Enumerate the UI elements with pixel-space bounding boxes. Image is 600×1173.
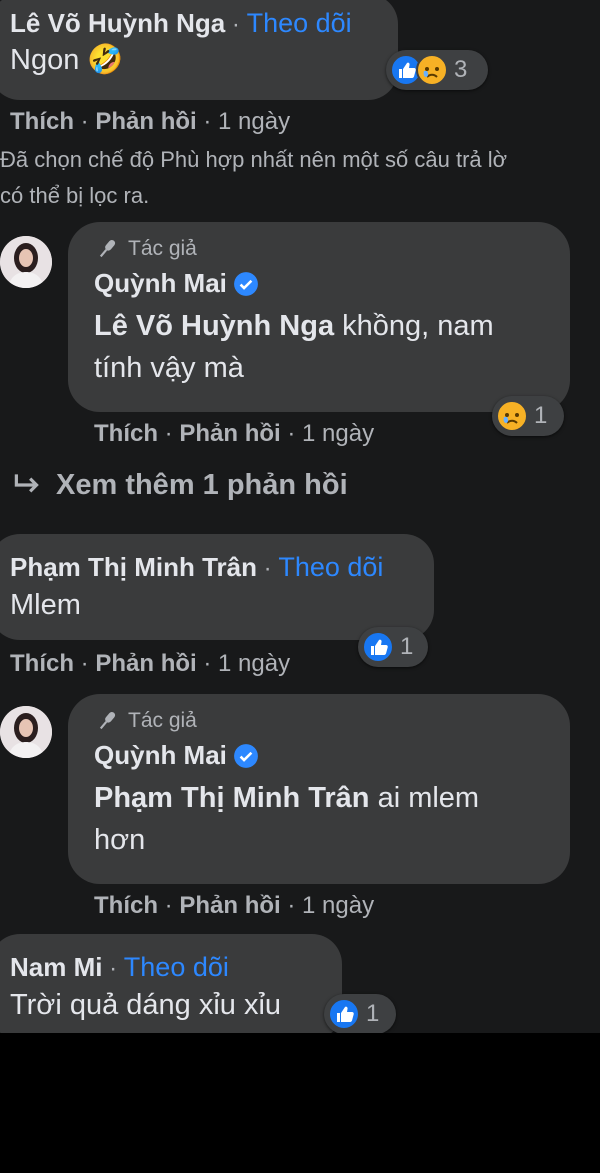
reply-actions: Thích · Phản hồi · 1 ngày — [94, 420, 375, 447]
reply-action[interactable]: Phản hồi — [179, 892, 280, 919]
reaction-summary[interactable]: 1 — [324, 994, 396, 1033]
avatar[interactable] — [0, 236, 52, 288]
comment-actions: Thích · Phản hồi · 1 ngày — [10, 108, 291, 135]
reaction-count: 1 — [534, 402, 548, 429]
follow-link[interactable]: Theo dõi — [247, 8, 352, 39]
comment-bubble: Phạm Thị Minh Trân · Theo dõi Mlem — [0, 534, 434, 640]
reply-text: Phạm Thị Minh Trân ai mlem hơn — [94, 782, 480, 856]
reaction-count: 3 — [454, 56, 468, 83]
author-badge: Tác giả — [94, 708, 570, 734]
like-icon — [362, 631, 394, 663]
microphone-icon — [99, 711, 116, 730]
reply-arrow-icon — [14, 474, 39, 493]
commenter-name[interactable]: Nam Mi — [10, 952, 102, 983]
comment-time[interactable]: 1 ngày — [218, 650, 290, 677]
reply-action[interactable]: Phản hồi — [95, 650, 196, 677]
reaction-summary[interactable]: 3 — [386, 50, 488, 90]
comment-text: Trời quả dáng xỉu xỉu — [10, 989, 282, 1021]
reply-actions: Thích · Phản hồi · 1 ngày — [94, 892, 375, 919]
comment-time[interactable]: 1 ngày — [218, 108, 290, 135]
comment-text: Mlem — [10, 589, 81, 621]
reply-action[interactable]: Phản hồi — [179, 420, 280, 447]
reaction-summary[interactable]: 1 — [358, 627, 428, 667]
microphone-icon — [99, 239, 116, 258]
reply-action[interactable]: Phản hồi — [95, 108, 196, 135]
view-more-replies[interactable]: Xem thêm 1 phản hồi — [10, 468, 348, 502]
filter-notice: Đã chọn chế độ Phù hợp nhất nên một số c… — [0, 147, 508, 208]
mention-link[interactable]: Lê Võ Huỳnh Nga — [94, 310, 334, 342]
reaction-count: 1 — [400, 633, 414, 660]
mention-link[interactable]: Phạm Thị Minh Trân — [94, 782, 370, 814]
commenter-name[interactable]: Lê Võ Huỳnh Nga — [10, 8, 225, 39]
reply-text: Lê Võ Huỳnh Nga khồng, nam tính vậy mà — [94, 310, 494, 384]
like-action[interactable]: Thích — [94, 420, 158, 447]
comment-text: Ngon 🤣 — [10, 44, 124, 76]
like-icon — [328, 998, 360, 1030]
sad-icon — [416, 54, 448, 86]
reply-time[interactable]: 1 ngày — [302, 420, 374, 447]
verified-badge-icon — [233, 743, 259, 769]
sad-icon — [496, 400, 528, 432]
like-action[interactable]: Thích — [10, 650, 74, 677]
reaction-count: 1 — [366, 1000, 380, 1027]
reaction-summary[interactable]: 1 — [492, 396, 564, 436]
avatar[interactable] — [0, 706, 52, 758]
comment-bubble: Lê Võ Huỳnh Nga · Theo dõi Ngon 🤣 — [0, 0, 398, 100]
comment-feed: Lê Võ Huỳnh Nga · Theo dõi Ngon 🤣 3 Thíc… — [0, 0, 600, 1033]
reply-time[interactable]: 1 ngày — [302, 892, 374, 919]
reply-bubble: Tác giả Quỳnh Mai Lê Võ Huỳnh Nga khồng,… — [68, 222, 570, 412]
comment-bubble: Nam Mi · Theo dõi Trời quả dáng xỉu xỉu — [0, 934, 342, 1033]
like-action[interactable]: Thích — [94, 892, 158, 919]
comment-actions: Thích · Phản hồi · 1 ngày — [10, 650, 291, 677]
like-action[interactable]: Thích — [10, 108, 74, 135]
author-badge: Tác giả — [94, 236, 570, 262]
commenter-name[interactable]: Quỳnh Mai — [94, 740, 227, 771]
verified-badge-icon — [233, 271, 259, 297]
commenter-name[interactable]: Quỳnh Mai — [94, 268, 227, 299]
commenter-name[interactable]: Phạm Thị Minh Trân — [10, 552, 257, 583]
follow-link[interactable]: Theo dõi — [278, 552, 383, 583]
reply-bubble: Tác giả Quỳnh Mai Phạm Thị Minh Trân ai … — [68, 694, 570, 884]
follow-link[interactable]: Theo dõi — [124, 952, 229, 983]
